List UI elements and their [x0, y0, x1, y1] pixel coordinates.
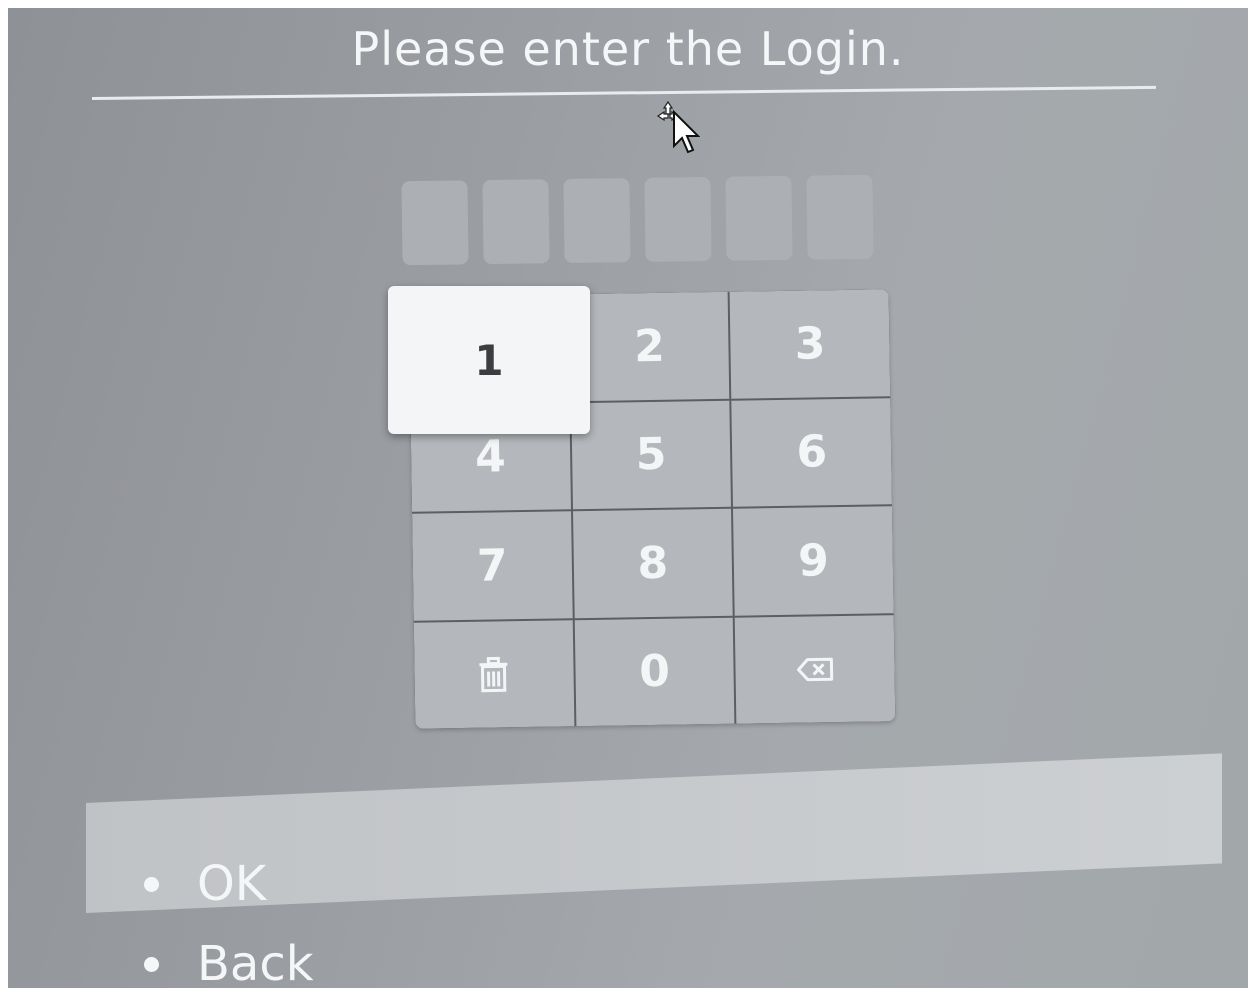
backspace-button[interactable]	[735, 614, 896, 724]
trash-icon	[479, 656, 508, 692]
pin-digit-box	[644, 176, 712, 262]
tv-screen: Please enter the Login. 1 2 3 4 5 6 7 8 …	[8, 8, 1248, 988]
backspace-icon	[796, 657, 833, 681]
key-3[interactable]: 3	[729, 289, 891, 399]
pin-digit-box	[806, 174, 874, 260]
ok-button[interactable]: OK	[144, 856, 266, 912]
key-7[interactable]: 7	[412, 511, 573, 621]
pin-digit-box	[401, 180, 469, 266]
pin-digit-box	[563, 178, 631, 264]
back-button[interactable]: Back	[144, 936, 314, 988]
key-0[interactable]: 0	[574, 617, 735, 727]
key-2[interactable]: 2	[569, 291, 730, 401]
title-divider	[91, 85, 1156, 100]
pin-digit-box	[725, 175, 793, 261]
bullet-icon	[144, 876, 159, 892]
clear-all-button[interactable]	[413, 619, 575, 729]
key-5[interactable]: 5	[570, 400, 732, 510]
pin-digit-box	[482, 179, 550, 265]
key-8[interactable]: 8	[572, 508, 734, 618]
back-label: Back	[197, 936, 314, 988]
key-9[interactable]: 9	[733, 506, 894, 616]
pin-entry	[401, 174, 874, 266]
page-title: Please enter the Login.	[351, 22, 905, 76]
bullet-icon	[144, 956, 159, 972]
key-6[interactable]: 6	[731, 397, 892, 507]
ok-label: OK	[197, 856, 267, 912]
key-1-focused[interactable]: 1	[388, 286, 590, 434]
move-cursor-icon	[656, 100, 700, 154]
